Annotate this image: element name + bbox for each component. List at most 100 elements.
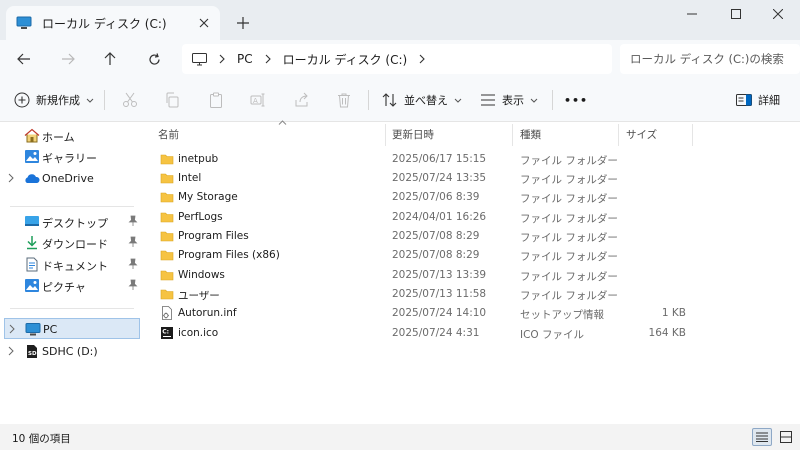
column-divider[interactable] [692,124,693,146]
file-size: 1 KB [661,307,686,319]
close-window-button[interactable] [758,0,798,28]
back-button[interactable] [10,46,38,72]
up-button[interactable] [96,46,124,72]
chevron-right-icon[interactable] [8,173,14,183]
folder-icon [160,268,174,282]
nav-item-sdhc[interactable]: SD SDHC (D:) [4,341,140,362]
chevron-right-icon[interactable] [8,346,14,356]
search-input[interactable] [630,52,800,66]
table-row[interactable]: Autorun.inf 2025/07/24 14:10 セットアップ情報 1 … [156,304,696,323]
pin-icon[interactable] [128,279,138,291]
chevron-right-icon[interactable] [259,54,277,64]
refresh-button[interactable] [140,46,168,72]
nav-label: ダウンロード [42,238,108,251]
file-type: ICO ファイル [520,329,585,341]
minimize-button[interactable] [672,0,712,28]
table-row[interactable]: inetpub 2025/06/17 15:15 ファイル フォルダー [156,150,696,169]
nav-label: PC [43,323,58,336]
chevron-right-icon[interactable] [9,324,15,334]
nav-item-documents[interactable]: ドキュメント [4,254,140,275]
delete-button[interactable] [336,87,352,113]
table-row[interactable]: Program Files (x86) 2025/07/08 8:29 ファイル… [156,246,696,265]
view-lines-icon [480,93,496,107]
table-row[interactable]: ユーザー 2025/07/13 11:58 ファイル フォルダー [156,285,696,304]
sd-card-icon: SD [24,344,40,359]
column-divider[interactable] [618,124,619,146]
monitor-icon [192,52,207,66]
pin-icon[interactable] [128,236,138,248]
nav-label: ホーム [42,131,75,144]
forward-button[interactable] [54,46,82,72]
column-header-name[interactable]: 名前 [158,120,384,146]
new-tab-button[interactable] [230,10,256,36]
copy-button[interactable] [164,87,180,113]
sort-button[interactable]: 並べ替え [382,87,462,113]
table-row[interactable]: PerfLogs 2024/04/01 16:26 ファイル フォルダー [156,208,696,227]
nav-item-home[interactable]: ホーム [4,125,140,146]
nav-label: ドキュメント [42,260,108,273]
scissors-icon [122,92,138,108]
share-button[interactable] [294,87,310,113]
breadcrumb-pc[interactable]: PC [237,52,253,66]
nav-item-downloads[interactable]: ダウンロード [4,232,140,253]
file-name: Program Files [178,230,249,242]
rename-button[interactable]: A [250,87,266,113]
file-name: Intel [178,172,202,184]
chevron-right-icon[interactable] [413,54,431,64]
chevron-right-icon[interactable] [213,54,231,64]
tab-local-disk[interactable]: ローカル ディスク (C:) [6,6,220,40]
nav-item-pictures[interactable]: ピクチャ [4,275,140,296]
folder-icon [160,210,174,224]
status-bar: 10 個の項目 [0,424,800,450]
pin-icon[interactable] [128,258,138,270]
file-name: Windows [178,269,225,281]
share-icon [294,92,310,108]
view-button[interactable]: 表示 [480,87,538,113]
table-row[interactable]: Windows 2025/07/13 13:39 ファイル フォルダー [156,266,696,285]
nav-item-desktop[interactable]: デスクトップ [4,211,140,232]
chevron-down-icon [454,98,462,103]
details-button[interactable]: 詳細 [736,87,780,113]
file-list: 名前 更新日時 種類 サイズ inetpub 2025/06/17 15:15 … [142,120,800,424]
column-header-date[interactable]: 更新日時 [392,122,512,146]
table-row[interactable]: My Storage 2025/07/06 8:39 ファイル フォルダー [156,188,696,207]
large-icons-view-button[interactable] [776,428,796,446]
table-row[interactable]: Program Files 2025/07/08 8:29 ファイル フォルダー [156,227,696,246]
close-tab-icon[interactable] [190,9,218,37]
file-date: 2024/04/01 16:26 [392,211,487,223]
copy-icon [164,92,180,108]
nav-item-gallery[interactable]: ギャラリー [4,146,140,167]
paste-button[interactable] [208,87,224,113]
cut-button[interactable] [122,87,138,113]
column-header-size[interactable]: サイズ [626,122,692,146]
nav-label: デスクトップ [42,217,108,230]
file-type: ファイル フォルダー [520,155,618,167]
column-divider[interactable] [385,124,386,146]
see-more-button[interactable]: ••• [564,87,588,113]
home-icon [24,128,40,143]
table-row[interactable]: C: icon.ico 2025/07/24 4:31 ICO ファイル 164… [156,324,696,343]
tiles-view-icon [780,431,792,443]
tab-title: ローカル ディスク (C:) [42,16,167,31]
column-header-type[interactable]: 種類 [520,122,620,146]
nav-item-pc[interactable]: PC [4,318,140,339]
details-view-button[interactable] [752,428,772,446]
nav-item-onedrive[interactable]: OneDrive [4,168,140,189]
new-button[interactable]: 新規作成 [14,87,94,113]
file-date: 2025/06/17 15:15 [392,153,487,165]
address-bar[interactable]: PC ローカル ディスク (C:) [182,44,612,74]
nav-divider [10,308,134,309]
file-date: 2025/07/24 14:10 [392,307,487,319]
address-row: PC ローカル ディスク (C:) [0,40,800,78]
column-divider[interactable] [512,124,513,146]
view-label: 表示 [502,94,524,107]
title-bar: ローカル ディスク (C:) [0,0,800,40]
file-date: 2025/07/08 8:29 [392,249,480,261]
plus-circle-icon [14,92,30,108]
maximize-button[interactable] [716,0,756,28]
pin-icon[interactable] [128,215,138,227]
search-box[interactable] [620,44,800,74]
file-name: icon.ico [178,327,219,339]
table-row[interactable]: Intel 2025/07/24 13:35 ファイル フォルダー [156,169,696,188]
breadcrumb-local-disk[interactable]: ローカル ディスク (C:) [283,51,408,68]
